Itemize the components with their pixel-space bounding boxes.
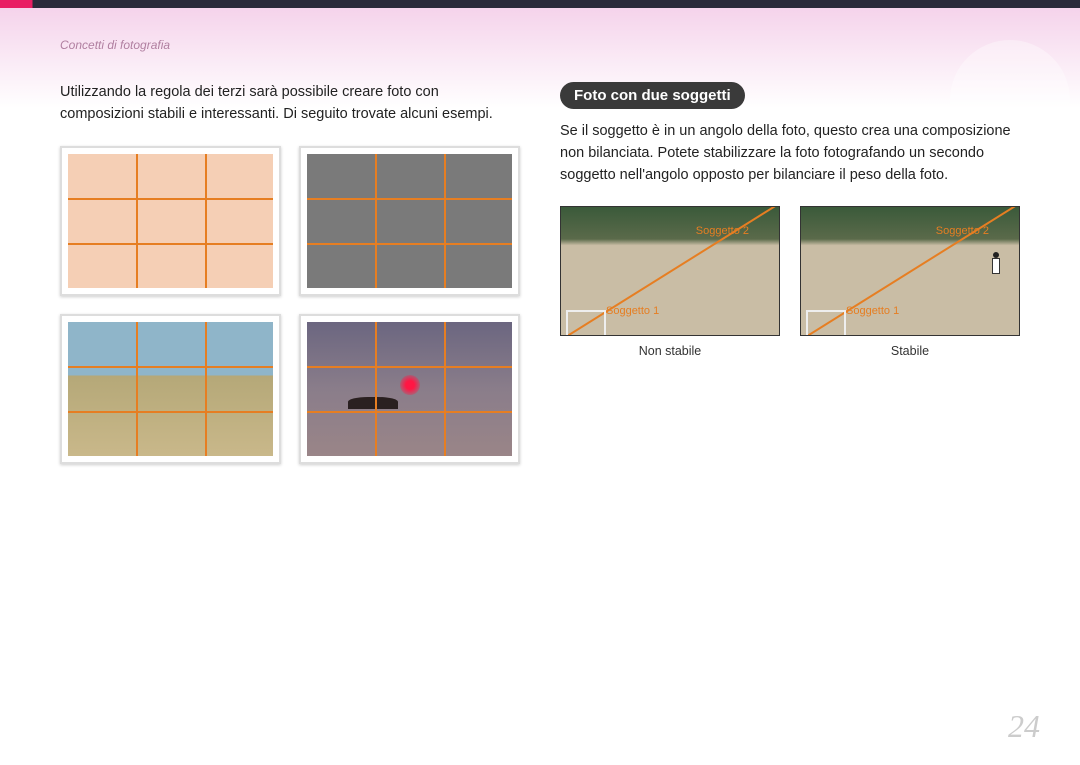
goal-icon (566, 310, 606, 335)
subject-2-label: Soggetto 2 (696, 225, 749, 237)
sun-icon (400, 375, 420, 395)
two-column-layout: Utilizzando la regola dei terzi sarà pos… (60, 82, 1020, 464)
top-accent-bar (0, 0, 1080, 8)
section-body: Se il soggetto è in un angolo della foto… (560, 121, 1020, 186)
section-heading: Foto con due soggetti (560, 82, 745, 109)
thirds-overlay-icon (68, 154, 273, 288)
caption-unstable: Non stabile (560, 344, 780, 358)
intro-text: Utilizzando la regola dei terzi sarà pos… (60, 82, 520, 126)
page-content: Concetti di fotografia Utilizzando la re… (0, 8, 1080, 464)
example-thumb-1 (60, 146, 281, 296)
island-icon (348, 397, 398, 409)
breadcrumb: Concetti di fotografia (60, 38, 1020, 52)
rule-of-thirds-grid (60, 146, 520, 464)
figure-unstable: Soggetto 2 Soggetto 1 Non stabile (560, 206, 780, 358)
example-thumb-4 (299, 314, 520, 464)
right-column: Foto con due soggetti Se il soggetto è i… (560, 82, 1020, 464)
person-icon (991, 252, 1001, 274)
example-thumb-2 (299, 146, 520, 296)
subject-2-label: Soggetto 2 (936, 225, 989, 237)
two-subject-examples: Soggetto 2 Soggetto 1 Non stabile Sogget… (560, 206, 1020, 358)
caption-stable: Stabile (800, 344, 1020, 358)
figure-stable: Soggetto 2 Soggetto 1 Stabile (800, 206, 1020, 358)
example-thumb-3 (60, 314, 281, 464)
thirds-overlay-icon (307, 154, 512, 288)
left-column: Utilizzando la regola dei terzi sarà pos… (60, 82, 520, 464)
subject-1-label: Soggetto 1 (606, 305, 659, 317)
page-number: 24 (1008, 708, 1040, 745)
thirds-overlay-icon (68, 322, 273, 456)
subject-1-label: Soggetto 1 (846, 305, 899, 317)
goal-icon (806, 310, 846, 335)
